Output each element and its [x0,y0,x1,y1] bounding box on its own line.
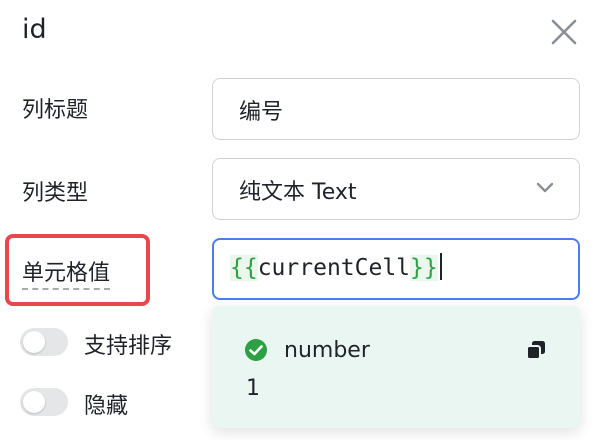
sortable-toggle[interactable] [20,328,68,356]
panel-title: id [22,14,47,45]
close-icon[interactable] [548,16,580,48]
copy-icon[interactable] [524,338,548,362]
cell-value-code: {{currentCell}} [230,253,442,281]
cell-value-label: 单元格值 [22,255,111,290]
column-type-value: 纯文本 Text [239,180,357,205]
check-circle-icon [245,339,267,361]
close-brace: }} [410,255,438,281]
chevron-down-icon [536,182,554,193]
hidden-label: 隐藏 [84,394,129,419]
cell-value-editor[interactable]: {{currentCell}} [212,238,580,300]
suggestion-value: 1 [246,376,260,401]
column-title-input[interactable]: 编号 [212,78,580,140]
column-title-label: 列标题 [22,98,89,123]
autocomplete-popup: number 1 [212,306,580,428]
column-type-select[interactable]: 纯文本 Text [212,158,580,220]
hidden-toggle[interactable] [20,388,68,416]
cell-value-label-text: 单元格值 [22,261,111,290]
suggestion-name: number [284,338,370,363]
open-brace: {{ [230,255,258,281]
column-title-value: 编号 [239,100,284,125]
text-caret [439,253,442,280]
cell-expression: currentCell [257,255,411,281]
column-type-label: 列类型 [22,181,89,206]
sortable-label: 支持排序 [84,334,173,359]
